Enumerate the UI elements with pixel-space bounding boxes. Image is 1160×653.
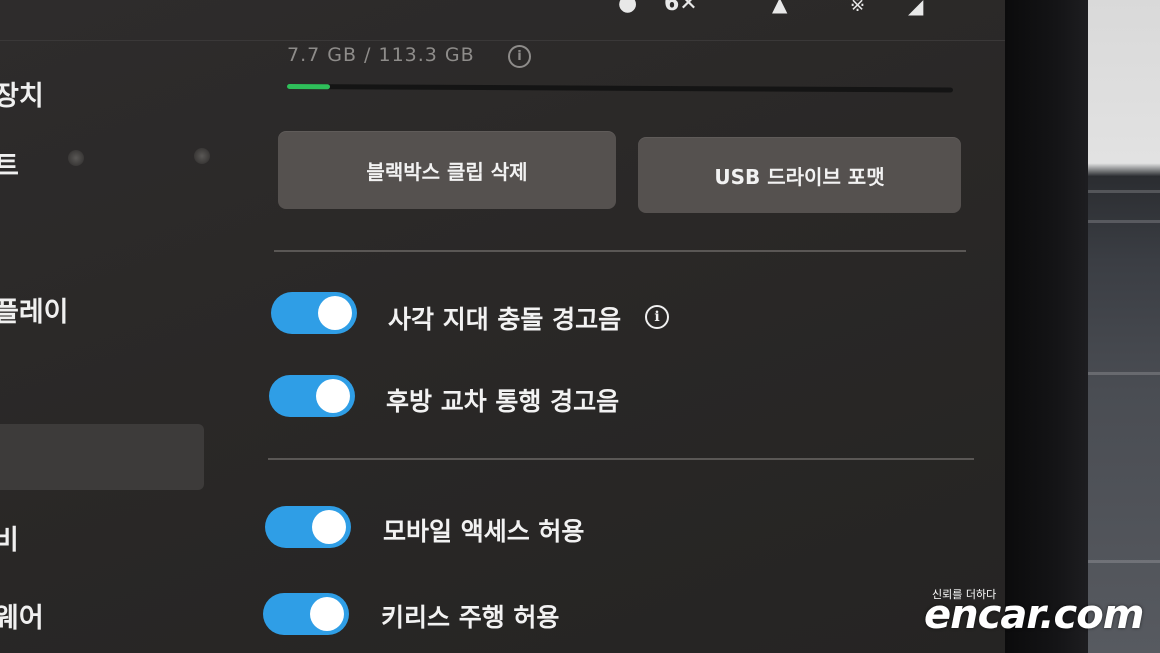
bluetooth-icon[interactable]: ※ bbox=[850, 0, 865, 16]
info-icon[interactable]: i bbox=[508, 45, 531, 68]
section-divider bbox=[274, 250, 966, 252]
toggle-knob bbox=[318, 296, 352, 330]
toggle-knob bbox=[316, 379, 350, 413]
interior-trim-line bbox=[1088, 372, 1160, 375]
delete-dashcam-clips-button[interactable]: 블랙박스 클립 삭제 bbox=[278, 131, 616, 209]
watermark-logo: encar.com bbox=[924, 592, 1144, 638]
status-bar-divider bbox=[0, 40, 1010, 41]
interior-trim-line bbox=[1088, 190, 1160, 193]
interior-trim-line bbox=[1088, 560, 1160, 563]
touchscreen: ● 6✕ ▲ ※ ◢ 장치 트 플레이 비 웨어 7.7 GB / 113.3 … bbox=[0, 0, 1010, 653]
toggle-label: 사각 지대 충돌 경고음 bbox=[388, 305, 622, 334]
storage-progress-fill bbox=[286, 84, 331, 90]
screen-bezel bbox=[1005, 0, 1090, 653]
cellular-signal-icon: ◢ bbox=[908, 0, 924, 18]
sidebar-item-device[interactable]: 장치 bbox=[0, 74, 44, 113]
status-bar: ● 6✕ ▲ ※ ◢ bbox=[0, 0, 1010, 28]
toggle-label: 키리스 주행 허용 bbox=[381, 603, 560, 632]
toggle-label: 모바일 액세스 허용 bbox=[383, 517, 585, 546]
toggle-label: 후방 교차 통행 경고음 bbox=[386, 387, 620, 416]
wifi-off-icon[interactable]: 6✕ bbox=[664, 0, 698, 15]
bell-icon[interactable]: ▲ bbox=[772, 0, 787, 14]
reflection-dot bbox=[194, 148, 210, 164]
keyless-driving-toggle[interactable] bbox=[263, 593, 349, 635]
reflection-dot bbox=[68, 150, 84, 166]
car-interior bbox=[1088, 0, 1160, 653]
storage-progress-bar bbox=[286, 84, 954, 93]
info-icon[interactable]: i bbox=[645, 305, 669, 329]
sidebar-item-software[interactable]: 웨어 bbox=[0, 596, 44, 635]
blind-spot-warning-toggle[interactable] bbox=[271, 292, 357, 334]
interior-trim-line bbox=[1088, 220, 1160, 223]
sidebar-item-display[interactable]: 플레이 bbox=[0, 290, 69, 329]
rear-cross-traffic-warning-toggle[interactable] bbox=[269, 375, 355, 417]
section-divider bbox=[268, 458, 974, 460]
toggle-knob bbox=[312, 510, 346, 544]
sidebar-selected-highlight[interactable] bbox=[0, 424, 204, 490]
person-icon[interactable]: ● bbox=[618, 0, 637, 15]
sidebar-item-service[interactable]: 비 bbox=[0, 518, 19, 557]
toggle-knob bbox=[310, 597, 344, 631]
sidebar-item-update[interactable]: 트 bbox=[0, 144, 19, 183]
mobile-access-toggle[interactable] bbox=[265, 506, 351, 548]
storage-usage-text: 7.7 GB / 113.3 GB bbox=[287, 44, 475, 66]
format-usb-drive-button[interactable]: USB 드라이브 포맷 bbox=[638, 137, 961, 213]
watermark: 신뢰를 더하다 encar.com bbox=[924, 586, 1160, 653]
photo-frame: ● 6✕ ▲ ※ ◢ 장치 트 플레이 비 웨어 7.7 GB / 113.3 … bbox=[0, 0, 1160, 653]
